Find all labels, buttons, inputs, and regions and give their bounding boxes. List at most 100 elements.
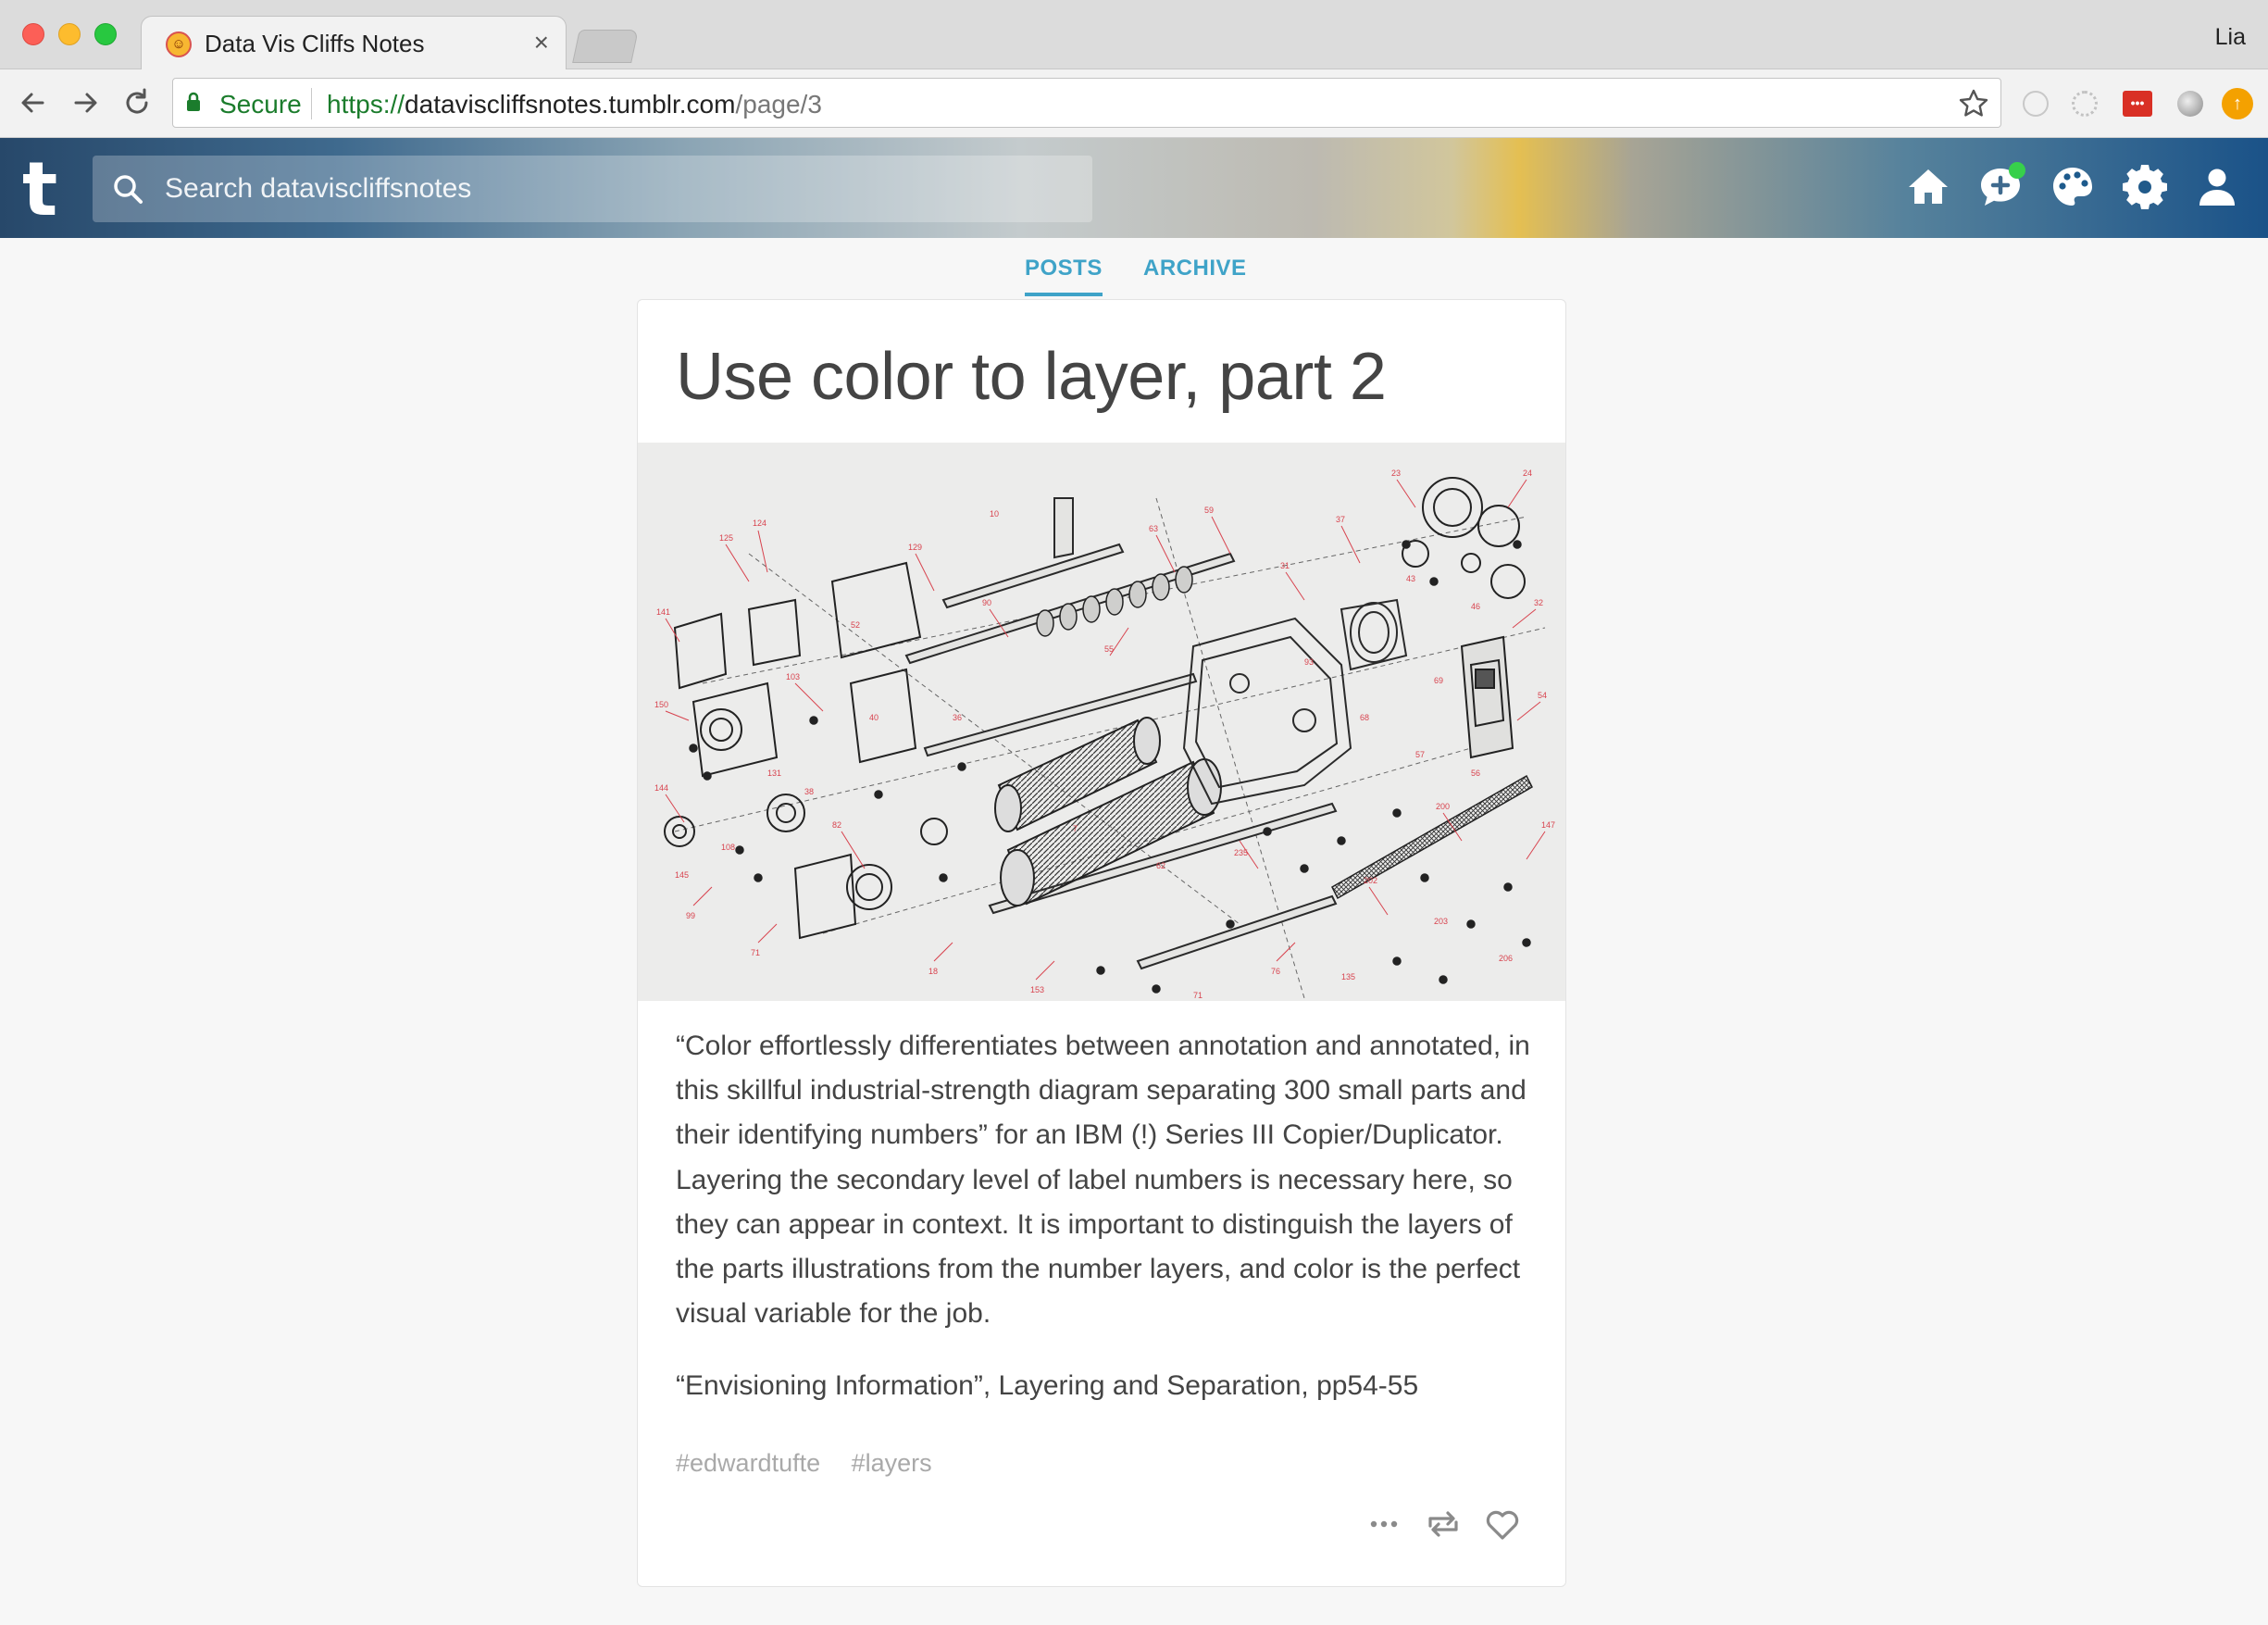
svg-text:82: 82 [832, 820, 841, 830]
post-image[interactable]: 125 124 141 150 144 103 82 129 90 63 59 31 37 23 2… [638, 443, 1565, 1001]
svg-text:32: 32 [1534, 598, 1543, 607]
home-icon [1909, 169, 1948, 204]
browser-profile-name[interactable]: Lia [2215, 24, 2246, 51]
more-icon [1370, 1520, 1398, 1528]
extension-lastpass-icon[interactable]: ••• [2123, 91, 2152, 117]
svg-text:202: 202 [1364, 876, 1377, 885]
post-paragraph-source: “Envisioning Information”, Layering and … [676, 1370, 1419, 1402]
extension-update-icon[interactable]: ↑ [2222, 88, 2253, 119]
svg-text:69: 69 [1434, 676, 1443, 685]
favicon-icon: ☺ [166, 31, 192, 57]
svg-text:93: 93 [1304, 657, 1314, 667]
svg-text:71: 71 [751, 948, 760, 957]
arrow-right-icon [74, 93, 97, 113]
address-bar[interactable]: Secure https://dataviscliffsnotes.tumblr… [172, 78, 2001, 128]
url-host: dataviscliffsnotes.tumblr.com [405, 90, 736, 119]
lock-icon [187, 92, 200, 111]
search-box[interactable] [93, 156, 1092, 222]
tag-layers[interactable]: #layers [852, 1449, 932, 1477]
account-icon [2199, 169, 2235, 206]
url-text[interactable]: https://dataviscliffsnotes.tumblr.com/pa… [327, 90, 822, 119]
window-maximize-button[interactable] [94, 23, 117, 45]
window-minimize-button[interactable] [58, 23, 81, 45]
back-button[interactable] [13, 82, 54, 123]
window-close-button[interactable] [22, 23, 44, 45]
svg-text:108: 108 [721, 843, 735, 852]
post-title: Use color to layer, part 2 [676, 340, 1387, 414]
tab-posts[interactable]: POSTS [1025, 256, 1103, 296]
reblog-button[interactable] [1423, 1504, 1464, 1544]
exploded-parts-diagram: 125 124 141 150 144 103 82 129 90 63 59 31 37 23 2… [654, 469, 1555, 1000]
svg-text:145: 145 [675, 870, 689, 880]
reblog-icon [1428, 1511, 1458, 1537]
account-button[interactable] [2194, 164, 2240, 210]
post-paragraph-quote: “Color effortlessly differentiates betwe… [676, 1031, 1530, 1330]
svg-text:153: 153 [1030, 985, 1044, 994]
address-separator [311, 88, 312, 119]
palette-icon [2053, 168, 2092, 206]
svg-text:31: 31 [1280, 561, 1290, 570]
browser-tab-active[interactable]: ☺ Data Vis Cliffs Notes × [141, 16, 567, 70]
palette-button[interactable] [2050, 164, 2096, 210]
tab-close-icon[interactable]: × [534, 28, 549, 57]
more-button[interactable] [1364, 1504, 1404, 1544]
url-path: /page/3 [735, 90, 822, 119]
like-button[interactable] [1482, 1504, 1523, 1544]
post-tags: #edwardtufte #layers [676, 1449, 956, 1478]
extension-circle-icon[interactable] [2177, 91, 2203, 117]
tumblr-logo[interactable]: t [22, 153, 57, 227]
svg-text:59: 59 [1204, 506, 1214, 515]
settings-icon [2123, 165, 2167, 209]
svg-text:38: 38 [804, 787, 814, 796]
svg-text:147: 147 [1541, 820, 1555, 830]
svg-text:36: 36 [953, 713, 962, 722]
svg-text:40: 40 [869, 713, 879, 722]
svg-text:144: 144 [654, 783, 668, 793]
home-button[interactable] [1905, 164, 1951, 210]
search-icon [114, 175, 143, 204]
svg-text:54: 54 [1538, 691, 1547, 700]
svg-text:10: 10 [990, 509, 999, 519]
browser-tab-strip: ☺ Data Vis Cliffs Notes × Lia [0, 0, 2268, 70]
svg-text:206: 206 [1499, 954, 1513, 963]
secure-label: Secure [219, 90, 302, 119]
svg-text:52: 52 [851, 620, 860, 630]
forward-button[interactable] [65, 82, 106, 123]
svg-text:200: 200 [1436, 802, 1450, 811]
svg-text:129: 129 [908, 543, 922, 552]
tag-edwardtufte[interactable]: #edwardtufte [676, 1449, 820, 1477]
search-input[interactable] [165, 156, 1072, 222]
svg-text:135: 135 [1341, 972, 1355, 981]
extension-icon-1[interactable] [2023, 91, 2049, 117]
svg-text:57: 57 [1415, 750, 1425, 759]
svg-text:124: 124 [753, 519, 766, 528]
svg-text:99: 99 [686, 911, 695, 920]
svg-text:46: 46 [1471, 602, 1480, 611]
svg-text:7: 7 [1073, 824, 1078, 833]
settings-button[interactable] [2122, 164, 2168, 210]
svg-text:23: 23 [1391, 469, 1401, 478]
svg-text:90: 90 [982, 598, 991, 607]
reload-button[interactable] [117, 82, 157, 123]
svg-text:18: 18 [928, 967, 938, 976]
extension-gear-icon[interactable] [2072, 91, 2098, 117]
svg-text:37: 37 [1336, 515, 1345, 524]
reload-icon [126, 88, 148, 114]
post-actions [1364, 1504, 1527, 1544]
new-post-button[interactable] [1977, 162, 2025, 210]
svg-text:235: 235 [1234, 848, 1248, 857]
tab-archive[interactable]: ARCHIVE [1143, 256, 1247, 281]
post-body: “Color effortlessly differentiates betwe… [676, 1024, 1532, 1437]
svg-text:125: 125 [719, 533, 733, 543]
svg-text:55: 55 [1104, 644, 1114, 654]
svg-text:141: 141 [656, 607, 670, 617]
svg-text:43: 43 [1406, 574, 1415, 583]
new-tab-button[interactable] [572, 30, 639, 63]
browser-toolbar: Secure https://dataviscliffsnotes.tumblr… [0, 69, 2268, 138]
notification-dot [2009, 162, 2025, 179]
svg-text:150: 150 [654, 700, 668, 709]
svg-text:131: 131 [767, 769, 781, 778]
svg-text:103: 103 [786, 672, 800, 681]
bookmark-star-icon[interactable] [1958, 88, 1989, 119]
svg-text:24: 24 [1523, 469, 1532, 478]
